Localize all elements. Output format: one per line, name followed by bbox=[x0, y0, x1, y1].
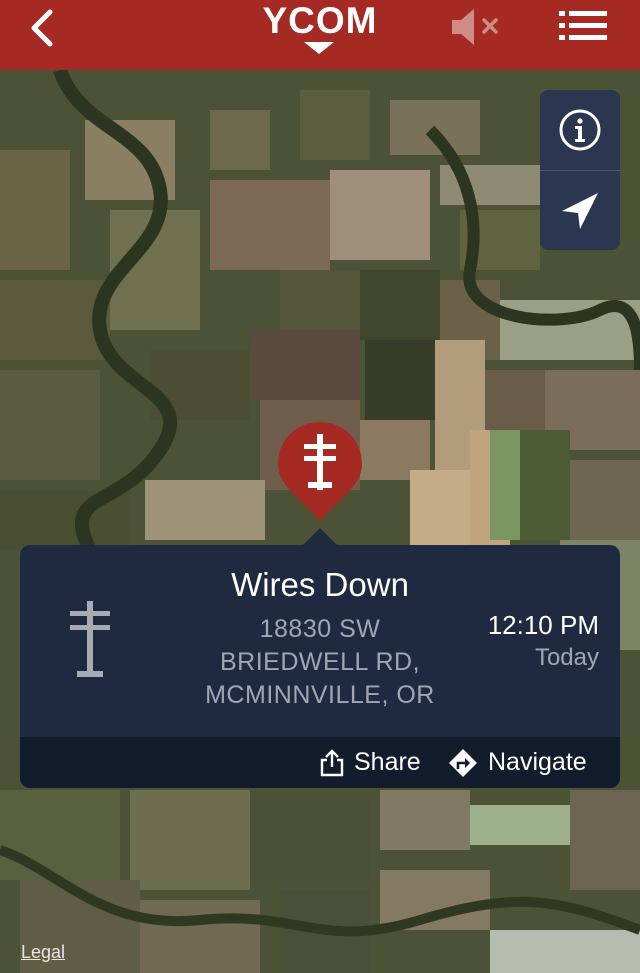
address-line: BRIEDWELL RD, bbox=[219, 648, 421, 676]
incident-title: Wires Down bbox=[231, 566, 409, 603]
share-icon bbox=[320, 748, 344, 776]
info-icon bbox=[559, 109, 601, 151]
locate-button[interactable] bbox=[540, 170, 620, 250]
location-arrow-icon bbox=[562, 192, 598, 229]
share-button[interactable]: Share bbox=[320, 737, 421, 788]
incident-callout[interactable]: Wires Down 18830 SW BRIEDWELL RD, MCMINN… bbox=[20, 545, 620, 788]
menu-button[interactable] bbox=[557, 8, 609, 44]
utility-pole-marker-icon bbox=[278, 422, 362, 522]
navigate-label: Navigate bbox=[488, 748, 587, 776]
address-line: 18830 SW bbox=[259, 615, 381, 643]
app-header: YCOM bbox=[0, 0, 640, 70]
navigate-button[interactable]: Navigate bbox=[448, 737, 587, 788]
map-marker[interactable] bbox=[276, 420, 364, 524]
app-title[interactable]: YCOM bbox=[0, 0, 640, 42]
callout-pointer bbox=[302, 528, 338, 546]
incident-day: Today bbox=[534, 644, 599, 671]
list-menu-icon bbox=[559, 11, 607, 40]
map-controls bbox=[540, 90, 620, 250]
caret-down-icon[interactable] bbox=[304, 42, 334, 54]
callout-actions: Share Navigate bbox=[20, 737, 620, 788]
mute-button[interactable] bbox=[448, 4, 504, 50]
utility-pole-icon bbox=[70, 601, 110, 677]
legal-link[interactable]: Legal bbox=[21, 942, 65, 963]
incident-time: 12:10 PM bbox=[487, 610, 599, 640]
speaker-muted-icon bbox=[452, 9, 498, 45]
address-line: MCMINNVILLE, OR bbox=[205, 681, 435, 709]
directions-icon bbox=[449, 748, 477, 777]
incident-address: 18830 SW BRIEDWELL RD, MCMINNVILLE, OR bbox=[170, 613, 470, 712]
info-button[interactable] bbox=[540, 90, 620, 170]
share-label: Share bbox=[354, 748, 421, 776]
